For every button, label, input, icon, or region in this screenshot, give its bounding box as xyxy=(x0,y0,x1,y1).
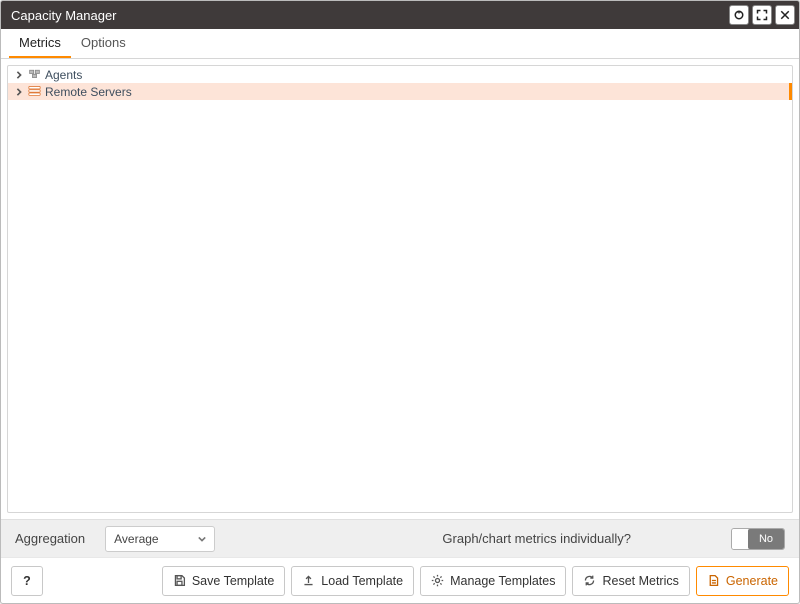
tabs: Metrics Options xyxy=(1,29,799,59)
button-label: Generate xyxy=(726,574,778,588)
tree-row-remote-servers[interactable]: Remote Servers xyxy=(8,83,792,100)
expand-button[interactable] xyxy=(752,5,772,25)
chevron-right-icon xyxy=(14,71,24,79)
chevron-down-icon xyxy=(198,535,206,543)
close-button[interactable] xyxy=(775,5,795,25)
tree-row-agents[interactable]: Agents xyxy=(8,66,792,83)
metrics-tree: Agents Remote Servers xyxy=(8,66,792,512)
aggregation-select[interactable]: Average xyxy=(105,526,215,552)
window-title: Capacity Manager xyxy=(11,8,117,23)
titlebar: Capacity Manager xyxy=(1,1,799,29)
reset-metrics-button[interactable]: Reset Metrics xyxy=(572,566,689,596)
refresh-icon xyxy=(583,574,596,587)
aggregation-selected: Average xyxy=(114,532,158,546)
close-icon xyxy=(779,9,791,21)
circle-arrow-icon xyxy=(733,9,745,21)
load-template-button[interactable]: Load Template xyxy=(291,566,414,596)
tree-item-label: Remote Servers xyxy=(45,85,132,99)
agents-icon xyxy=(28,67,41,83)
expand-icon xyxy=(756,9,768,21)
capacity-manager-window: Capacity Manager Metrics Options xyxy=(0,0,800,604)
aggregation-bar: Aggregation Average Graph/chart metrics … xyxy=(1,519,799,557)
titlebar-buttons xyxy=(729,5,795,25)
help-button[interactable]: ? xyxy=(11,566,43,596)
save-icon xyxy=(173,574,186,587)
manage-templates-button[interactable]: Manage Templates xyxy=(420,566,566,596)
upload-icon xyxy=(302,574,315,587)
tree-item-label: Agents xyxy=(45,68,82,82)
footer: ? Save Template Load Template Manage Tem… xyxy=(1,557,799,603)
remote-servers-icon xyxy=(28,84,41,100)
gear-icon xyxy=(431,574,444,587)
toggle-state-label: No xyxy=(748,529,784,549)
button-label: Load Template xyxy=(321,574,403,588)
save-template-button[interactable]: Save Template xyxy=(162,566,285,596)
tab-options[interactable]: Options xyxy=(71,27,136,58)
graph-individually-label: Graph/chart metrics individually? xyxy=(442,531,631,546)
button-label: Save Template xyxy=(192,574,274,588)
metrics-tree-panel: Agents Remote Servers xyxy=(7,65,793,513)
graph-individually-toggle[interactable]: No xyxy=(731,528,785,550)
button-label: Manage Templates xyxy=(450,574,555,588)
tab-metrics[interactable]: Metrics xyxy=(9,27,71,58)
help-icon-text: ? xyxy=(23,574,31,588)
reload-button[interactable] xyxy=(729,5,749,25)
document-icon xyxy=(707,574,720,587)
chevron-right-icon xyxy=(14,88,24,96)
aggregation-label: Aggregation xyxy=(15,531,85,546)
button-label: Reset Metrics xyxy=(602,574,678,588)
generate-button[interactable]: Generate xyxy=(696,566,789,596)
